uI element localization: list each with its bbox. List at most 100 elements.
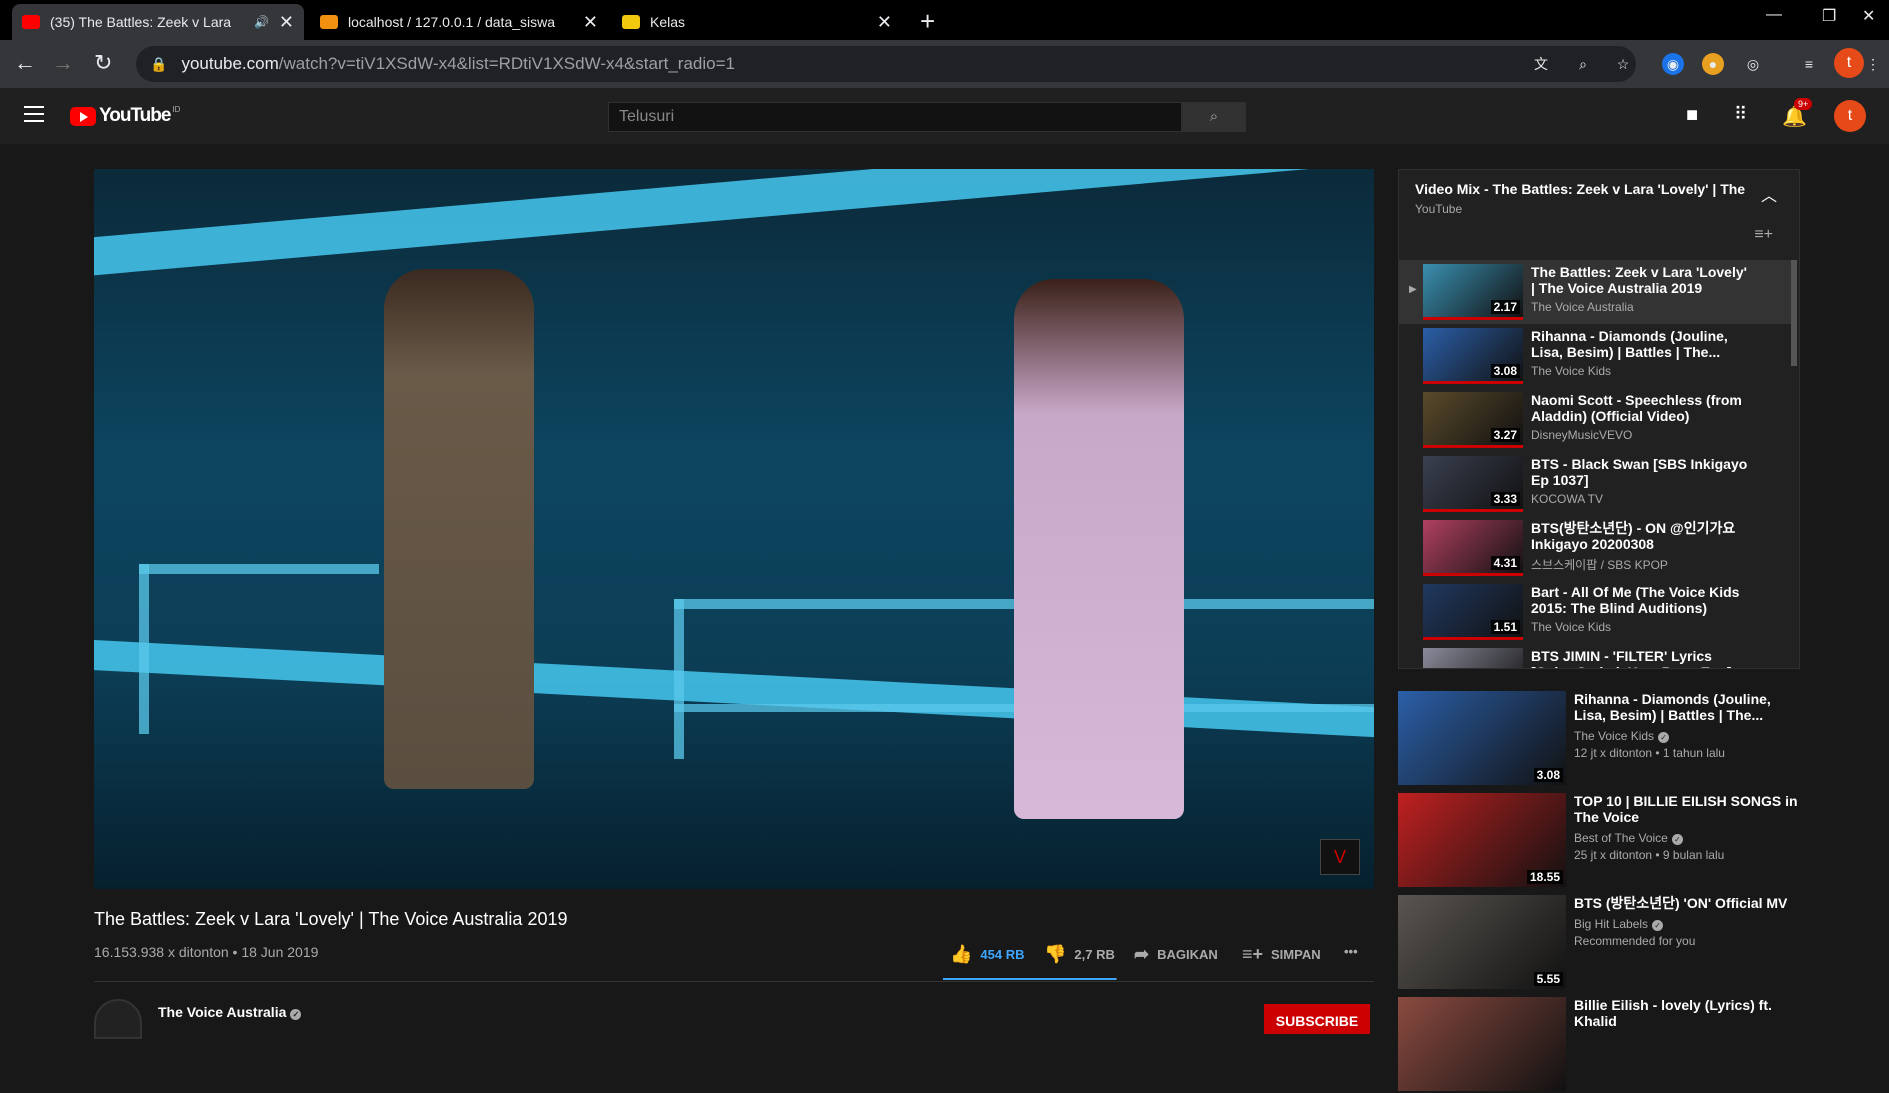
playlist-item-text: BTS(방탄소년단) - ON @인기가요 Inkigayo 20200308 스… [1531,520,1751,573]
recommended-video[interactable]: 3.08 Rihanna - Diamonds (Jouline, Lisa, B… [1398,691,1818,787]
recommended-video[interactable]: Billie Eilish - lovely (Lyrics) ft. Khal… [1398,997,1818,1093]
extension-ring-icon[interactable]: ◎ [1742,53,1764,75]
playlist-item-text: BTS JIMIN - 'FILTER' Lyrics [Color Coded… [1531,648,1751,668]
new-tab-button[interactable]: + [920,6,935,37]
close-tab-icon[interactable]: ✕ [279,12,294,33]
recommended-text: TOP 10 | BILLIE EILISH SONGS in The Voic… [1574,793,1804,862]
share-label: BAGIKAN [1157,947,1218,962]
tab-youtube[interactable]: (35) The Battles: Zeek v Lara 🔊 ✕ [12,4,304,40]
close-window-icon[interactable]: ✕ [1862,6,1875,26]
tab-kelas[interactable]: Kelas ✕ [612,4,902,40]
recommended-video[interactable]: 18.55 TOP 10 | BILLIE EILISH SONGS in The… [1398,793,1818,889]
playlist-item-channel: The Voice Australia [1531,300,1634,314]
subscribe-button[interactable]: SUBSCRIBE [1264,1004,1370,1034]
extension-cookie-icon[interactable]: ● [1702,53,1724,75]
playlist-title[interactable]: Video Mix - The Battles: Zeek v Lara 'Lo… [1415,181,1745,197]
playlist-item-title: The Battles: Zeek v Lara 'Lovely' | The … [1531,264,1747,296]
playlist-item[interactable]: 3.27 Naomi Scott - Speechless (from Aladd… [1399,388,1791,452]
duration-badge: 3.33 [1490,492,1520,506]
playlist-item[interactable]: 3.08 Rihanna - Diamonds (Jouline, Lisa, B… [1399,324,1791,388]
close-tab-icon[interactable]: ✕ [583,12,598,33]
collapse-chevron-icon[interactable]: ︿ [1761,182,1777,206]
save-playlist-icon[interactable]: ≡+ [1754,226,1773,244]
playlist-item-text: Naomi Scott - Speechless (from Aladdin) … [1531,392,1751,442]
duration-badge: 18.55 [1526,870,1563,884]
playlist-item[interactable]: ▶ 2.17 The Battles: Zeek v Lara 'Lovely' |… [1399,260,1791,324]
verified-badge-icon: ✓ [1652,920,1664,931]
search-icon: ⌕ [1209,108,1219,125]
search-input[interactable]: Telusuri [608,102,1182,132]
hamburger-menu-icon[interactable] [24,106,44,127]
more-actions-button[interactable]: ••• [1344,944,1358,959]
channel-avatar[interactable] [94,999,142,1039]
youtube-header: YouTube ID Telusuri ⌕ ■ ⠿ 🔔 9+ t [0,88,1889,144]
save-button[interactable]: ≡+ SIMPAN [1242,944,1321,965]
zoom-icon[interactable]: ⌕ [1572,53,1594,75]
playlist-item[interactable]: BTS JIMIN - 'FILTER' Lyrics [Color Coded… [1399,644,1791,668]
forward-icon[interactable]: → [52,50,74,76]
browser-menu-icon[interactable]: ⋮ [1862,53,1884,75]
channel-name[interactable]: The Voice Australia ✓ [158,1004,302,1020]
dislike-button[interactable]: 👎 2,7 RB [1044,944,1115,965]
browser-tab-strip: (35) The Battles: Zeek v Lara 🔊 ✕ localh… [0,0,1889,40]
url-path: /watch?v=tiV1XSdW-x4&list=RDtiV1XSdW-x4&… [278,54,735,73]
search-button[interactable]: ⌕ [1182,102,1246,132]
recommended-channel: Big Hit Labels ✓ [1574,917,1804,931]
speaker-icon[interactable]: 🔊 [254,15,269,29]
youtube-logo[interactable]: YouTube ID [70,105,180,127]
bookmark-star-icon[interactable]: ☆ [1612,53,1634,75]
translate-icon[interactable]: 文 [1530,53,1552,75]
like-count: 454 RB [980,947,1025,962]
minimize-icon[interactable]: — [1766,6,1782,24]
youtube-favicon-icon [22,15,40,29]
playlist-item[interactable]: 3.33 BTS - Black Swan [SBS Inkigayo Ep 10… [1399,452,1791,516]
playlist-item[interactable]: 4.31 BTS(방탄소년단) - ON @인기가요 Inkigayo 20200… [1399,516,1791,580]
playlist-owner[interactable]: YouTube [1415,202,1462,216]
address-bar[interactable]: 🔒 youtube.com/watch?v=tiV1XSdW-x4&list=R… [136,46,1636,82]
back-icon[interactable]: ← [14,50,36,76]
playlist-item-channel: The Voice Kids [1531,620,1612,634]
playlist-item[interactable]: 1.51 Bart - All Of Me (The Voice Kids 201… [1399,580,1791,644]
reload-icon[interactable]: ↻ [94,50,112,76]
recommended-video[interactable]: 5.55 BTS (방탄소년단) 'ON' Official MV Big Hit … [1398,895,1818,991]
stage-rail [139,564,149,734]
playlist-header: Video Mix - The Battles: Zeek v Lara 'Lo… [1399,170,1799,260]
lock-icon: 🔒 [150,55,168,72]
share-button[interactable]: ➦ BAGIKAN [1134,944,1218,965]
recommended-thumbnail: 3.08 [1398,691,1566,785]
like-button[interactable]: 👍 454 RB [950,944,1025,965]
playlist-thumbnail: 2.17 [1423,264,1523,320]
playlist-item-channel: KOCOWA TV [1531,492,1604,506]
restore-icon[interactable]: ❐ [1822,6,1836,26]
now-playing-icon: ▶ [1409,284,1417,295]
playlist-item-title: Bart - All Of Me (The Voice Kids 2015: T… [1531,584,1740,616]
playlist-item-title: Naomi Scott - Speechless (from Aladdin) … [1531,392,1742,424]
recommended-title: Rihanna - Diamonds (Jouline, Lisa, Besim… [1574,691,1771,723]
thumbs-down-icon: 👎 [1044,944,1067,964]
video-player[interactable]: V [94,169,1374,889]
verified-badge-icon: ✓ [1671,834,1683,845]
watch-page: V The Battles: Zeek v Lara 'Lovely' | Th… [0,144,1889,1091]
recommended-thumbnail: 18.55 [1398,793,1566,887]
duration-badge: 3.08 [1490,364,1520,378]
browser-profile-avatar[interactable]: t [1834,48,1864,78]
duration-badge: 1.51 [1490,620,1520,634]
recommended-views: Recommended for you [1574,934,1696,948]
playlist-item-text: BTS - Black Swan [SBS Inkigayo Ep 1037] K… [1531,456,1751,506]
account-avatar[interactable]: t [1834,100,1866,132]
apps-grid-icon[interactable]: ⠿ [1734,104,1747,125]
playlist-item-title: BTS - Black Swan [SBS Inkigayo Ep 1037] [1531,456,1748,488]
recommended-channel-text: The Voice Kids [1574,729,1655,743]
playlist-item-channel: The Voice Kids [1531,364,1612,378]
tab-phpmyadmin[interactable]: localhost / 127.0.0.1 / data_siswa ✕ [310,4,608,40]
playlist-thumbnail: 1.51 [1423,584,1523,640]
close-tab-icon[interactable]: ✕ [877,12,892,33]
tab-title: Kelas [650,14,686,30]
playlist-scrollbar[interactable] [1791,260,1797,366]
create-video-icon[interactable]: ■ [1686,104,1698,127]
playlist-item-text: Rihanna - Diamonds (Jouline, Lisa, Besim… [1531,328,1751,378]
recommended-channel-text: Big Hit Labels [1574,917,1649,931]
media-queue-icon[interactable]: ≡ [1798,53,1820,75]
extension-search-icon[interactable]: ◉ [1662,53,1684,75]
video-meta: 16.153.938 x ditonton • 18 Jun 2019 [94,944,319,960]
